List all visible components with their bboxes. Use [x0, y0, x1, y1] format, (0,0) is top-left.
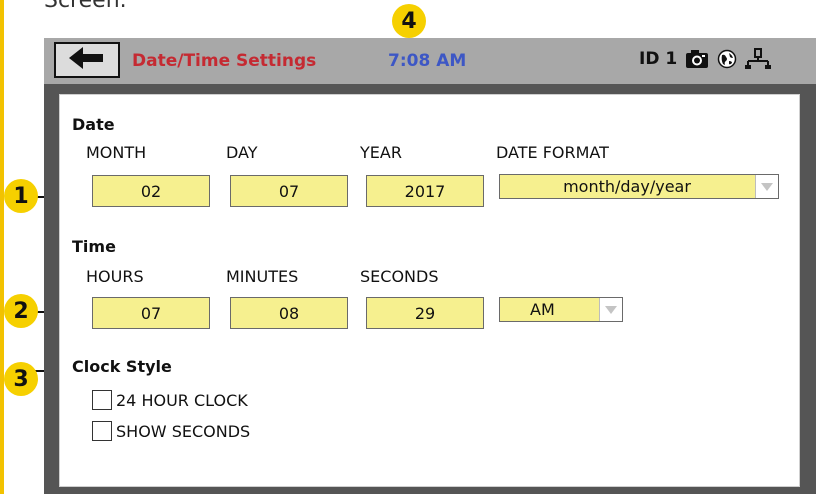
- back-button[interactable]: [54, 42, 120, 78]
- left-arrow-icon: [67, 46, 107, 74]
- hours-label: HOURS: [86, 267, 144, 286]
- day-label: DAY: [226, 143, 258, 162]
- checkbox-24-hour-label: 24 HOUR CLOCK: [116, 390, 248, 410]
- seconds-field[interactable]: 29: [366, 297, 484, 329]
- date-format-value: month/day/year: [563, 177, 691, 196]
- time-section-title: Time: [72, 237, 116, 256]
- clock-style-section-title: Clock Style: [72, 357, 172, 376]
- chevron-down-icon[interactable]: [599, 298, 622, 321]
- minutes-field[interactable]: 08: [230, 297, 348, 329]
- callout-2: 2: [4, 294, 38, 328]
- checkbox-show-seconds[interactable]: [92, 421, 112, 441]
- checkbox-24-hour-row[interactable]: 24 HOUR CLOCK: [92, 390, 248, 410]
- screen-title: Date/Time Settings: [132, 51, 317, 71]
- minutes-label: MINUTES: [226, 267, 299, 286]
- callout-4: 4: [392, 4, 426, 38]
- camera-icon: [685, 49, 709, 69]
- settings-panel: Date MONTH DAY YEAR DATE FORMAT 02 07 20…: [59, 94, 800, 487]
- month-label: MONTH: [86, 143, 147, 162]
- callout-3: 3: [4, 362, 38, 396]
- left-accent-rule: [0, 0, 4, 494]
- ampm-value: AM: [530, 300, 555, 319]
- globe-icon: [717, 49, 737, 69]
- date-format-select[interactable]: month/day/year: [499, 174, 779, 199]
- checkbox-24-hour[interactable]: [92, 390, 112, 410]
- date-section-title: Date: [72, 115, 115, 134]
- status-area: ID 1: [639, 48, 772, 70]
- year-label: YEAR: [360, 143, 402, 162]
- hours-field[interactable]: 07: [92, 297, 210, 329]
- network-icon: [745, 48, 772, 70]
- checkbox-show-seconds-label: SHOW SECONDS: [116, 421, 251, 441]
- id-label: ID 1: [639, 49, 678, 69]
- chevron-down-icon[interactable]: [755, 175, 778, 198]
- date-format-label: DATE FORMAT: [496, 143, 609, 162]
- ampm-select[interactable]: AM: [499, 297, 623, 322]
- day-field[interactable]: 07: [230, 175, 348, 207]
- year-field[interactable]: 2017: [366, 175, 484, 207]
- device-screen: Date/Time Settings 7:08 AM ID 1 Date MON…: [44, 38, 816, 494]
- month-field[interactable]: 02: [92, 175, 210, 207]
- callout-1: 1: [4, 179, 38, 213]
- clock-display: 7:08 AM: [388, 51, 467, 71]
- title-bar: Date/Time Settings 7:08 AM ID 1: [44, 38, 816, 84]
- top-text-fragment: Screen.: [44, 0, 127, 13]
- seconds-label: SECONDS: [360, 267, 439, 286]
- checkbox-show-seconds-row[interactable]: SHOW SECONDS: [92, 421, 250, 441]
